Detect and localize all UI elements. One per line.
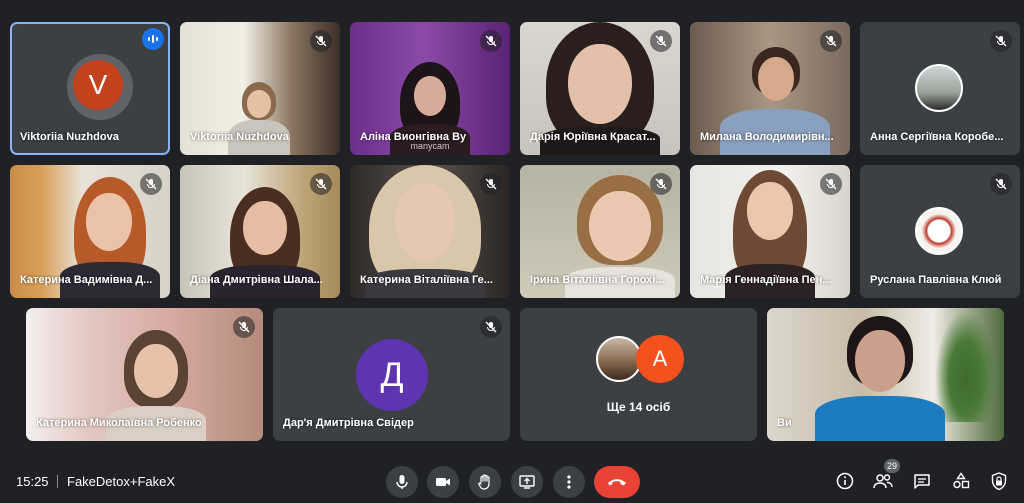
participant-name: Руслана Павлівна Клюй [870,274,1002,286]
info-icon [836,472,854,490]
participant-name: Ви [777,417,792,429]
mic-off-icon [480,30,502,52]
participant-video-person [224,82,294,155]
mic-off-icon [820,173,842,195]
mic-off-icon [990,30,1012,52]
participant-tile[interactable]: Діана Дмитрівна Шала... [180,165,340,298]
end-call-icon [608,479,626,486]
participant-photo [915,64,963,112]
participant-name: Анна Сергіївна Коробе... [870,131,1004,143]
mic-off-icon [140,173,162,195]
end-call-button[interactable] [594,466,640,498]
host-controls-icon [991,471,1007,490]
mic-off-icon [310,173,332,195]
mic-off-icon [480,173,502,195]
avatar-letter: A [636,335,684,383]
speaking-indicator-icon [142,28,164,50]
participant-count-badge: 29 [884,459,901,473]
participant-tile[interactable]: Аліна Вионгівна Ву manycam [350,22,510,155]
participant-name: Дар'я Дмитрівна Свідер [283,417,414,429]
more-options-button[interactable] [553,466,585,498]
present-screen-button[interactable] [511,466,543,498]
meeting-name: FakeDetox+FakeX [67,474,176,489]
self-view-tile[interactable]: Ви [767,308,1004,441]
participant-name: Катерина Миколаївна Робенко [36,417,202,429]
info-button[interactable] [832,468,858,494]
participant-name: Дарія Юріївна Красат... [530,131,656,143]
participant-tile[interactable]: Viktoriia Nuzhdova [180,22,340,155]
mic-off-icon [650,30,672,52]
more-options-icon [567,475,571,489]
participant-name: Ірина Віталіївна Горохі... [530,274,665,286]
participant-name: Viktoriia Nuzhdova [20,131,119,143]
divider [57,475,58,488]
avatar-letter: V [73,60,123,110]
participant-tile[interactable]: Катерина Вадимівна Д... [10,165,170,298]
participant-tile[interactable]: Ірина Віталіївна Горохі... [520,165,680,298]
raise-hand-icon [478,474,490,490]
host-controls-button[interactable] [986,468,1012,494]
participant-tile[interactable]: Милана Володимирівн... [690,22,850,155]
participant-tile[interactable]: V Viktoriia Nuzhdova [10,22,170,155]
mic-button[interactable] [386,466,418,498]
mic-off-icon [233,316,255,338]
participant-tile[interactable]: Катерина Миколаївна Робенко [26,308,263,441]
participant-name: Viktoriia Nuzhdova [190,131,289,143]
avatar-letter: Д [356,339,428,411]
participant-photo [915,207,963,255]
meeting-time: 15:25 [16,474,49,489]
participant-name: Діана Дмитрівна Шала... [190,274,323,286]
manycam-watermark: manycam [410,141,450,151]
more-participants-label: Ще 14 осіб [606,400,671,414]
camera-button[interactable] [427,466,459,498]
participant-name: Милана Володимирівн... [700,131,834,143]
bottom-bar: 15:25 FakeDetox+FakeX 29 [0,459,1024,503]
participant-tile[interactable]: Руслана Павлівна Клюй [860,165,1020,298]
participant-tile[interactable]: Марія Геннадіївна Пен... [690,165,850,298]
participant-tile[interactable]: Катерина Віталіївна Ге... [350,165,510,298]
present-screen-icon [519,475,535,489]
participant-video-person [815,316,945,441]
participant-name: Катерина Віталіївна Ге... [360,274,493,286]
mic-off-icon [820,30,842,52]
mic-off-icon [990,173,1012,195]
mic-off-icon [310,30,332,52]
participant-tile[interactable]: Дарія Юріївна Красат... [520,22,680,155]
meeting-stage: V Viktoriia Nuzhdova Viktoriia Nuzhdova … [0,0,1024,503]
participant-tile[interactable]: Анна Сергіївна Коробе... [860,22,1020,155]
people-icon [873,474,893,489]
mic-icon [396,475,408,489]
camera-icon [436,478,450,486]
participant-name: Марія Геннадіївна Пен... [700,274,832,286]
raise-hand-button[interactable] [469,466,501,498]
chat-icon [914,473,930,489]
activities-icon [953,472,970,489]
chat-button[interactable] [909,468,935,494]
mic-off-icon [480,316,502,338]
plant-decoration [936,312,996,422]
participant-tile[interactable]: Д Дар'я Дмитрівна Свідер [273,308,510,441]
participant-avatar: V [67,54,133,120]
more-participants-tile[interactable]: A Ще 14 осіб [520,308,757,441]
participant-name: Катерина Вадимівна Д... [20,274,153,286]
activities-button[interactable] [948,468,974,494]
mic-off-icon [650,173,672,195]
